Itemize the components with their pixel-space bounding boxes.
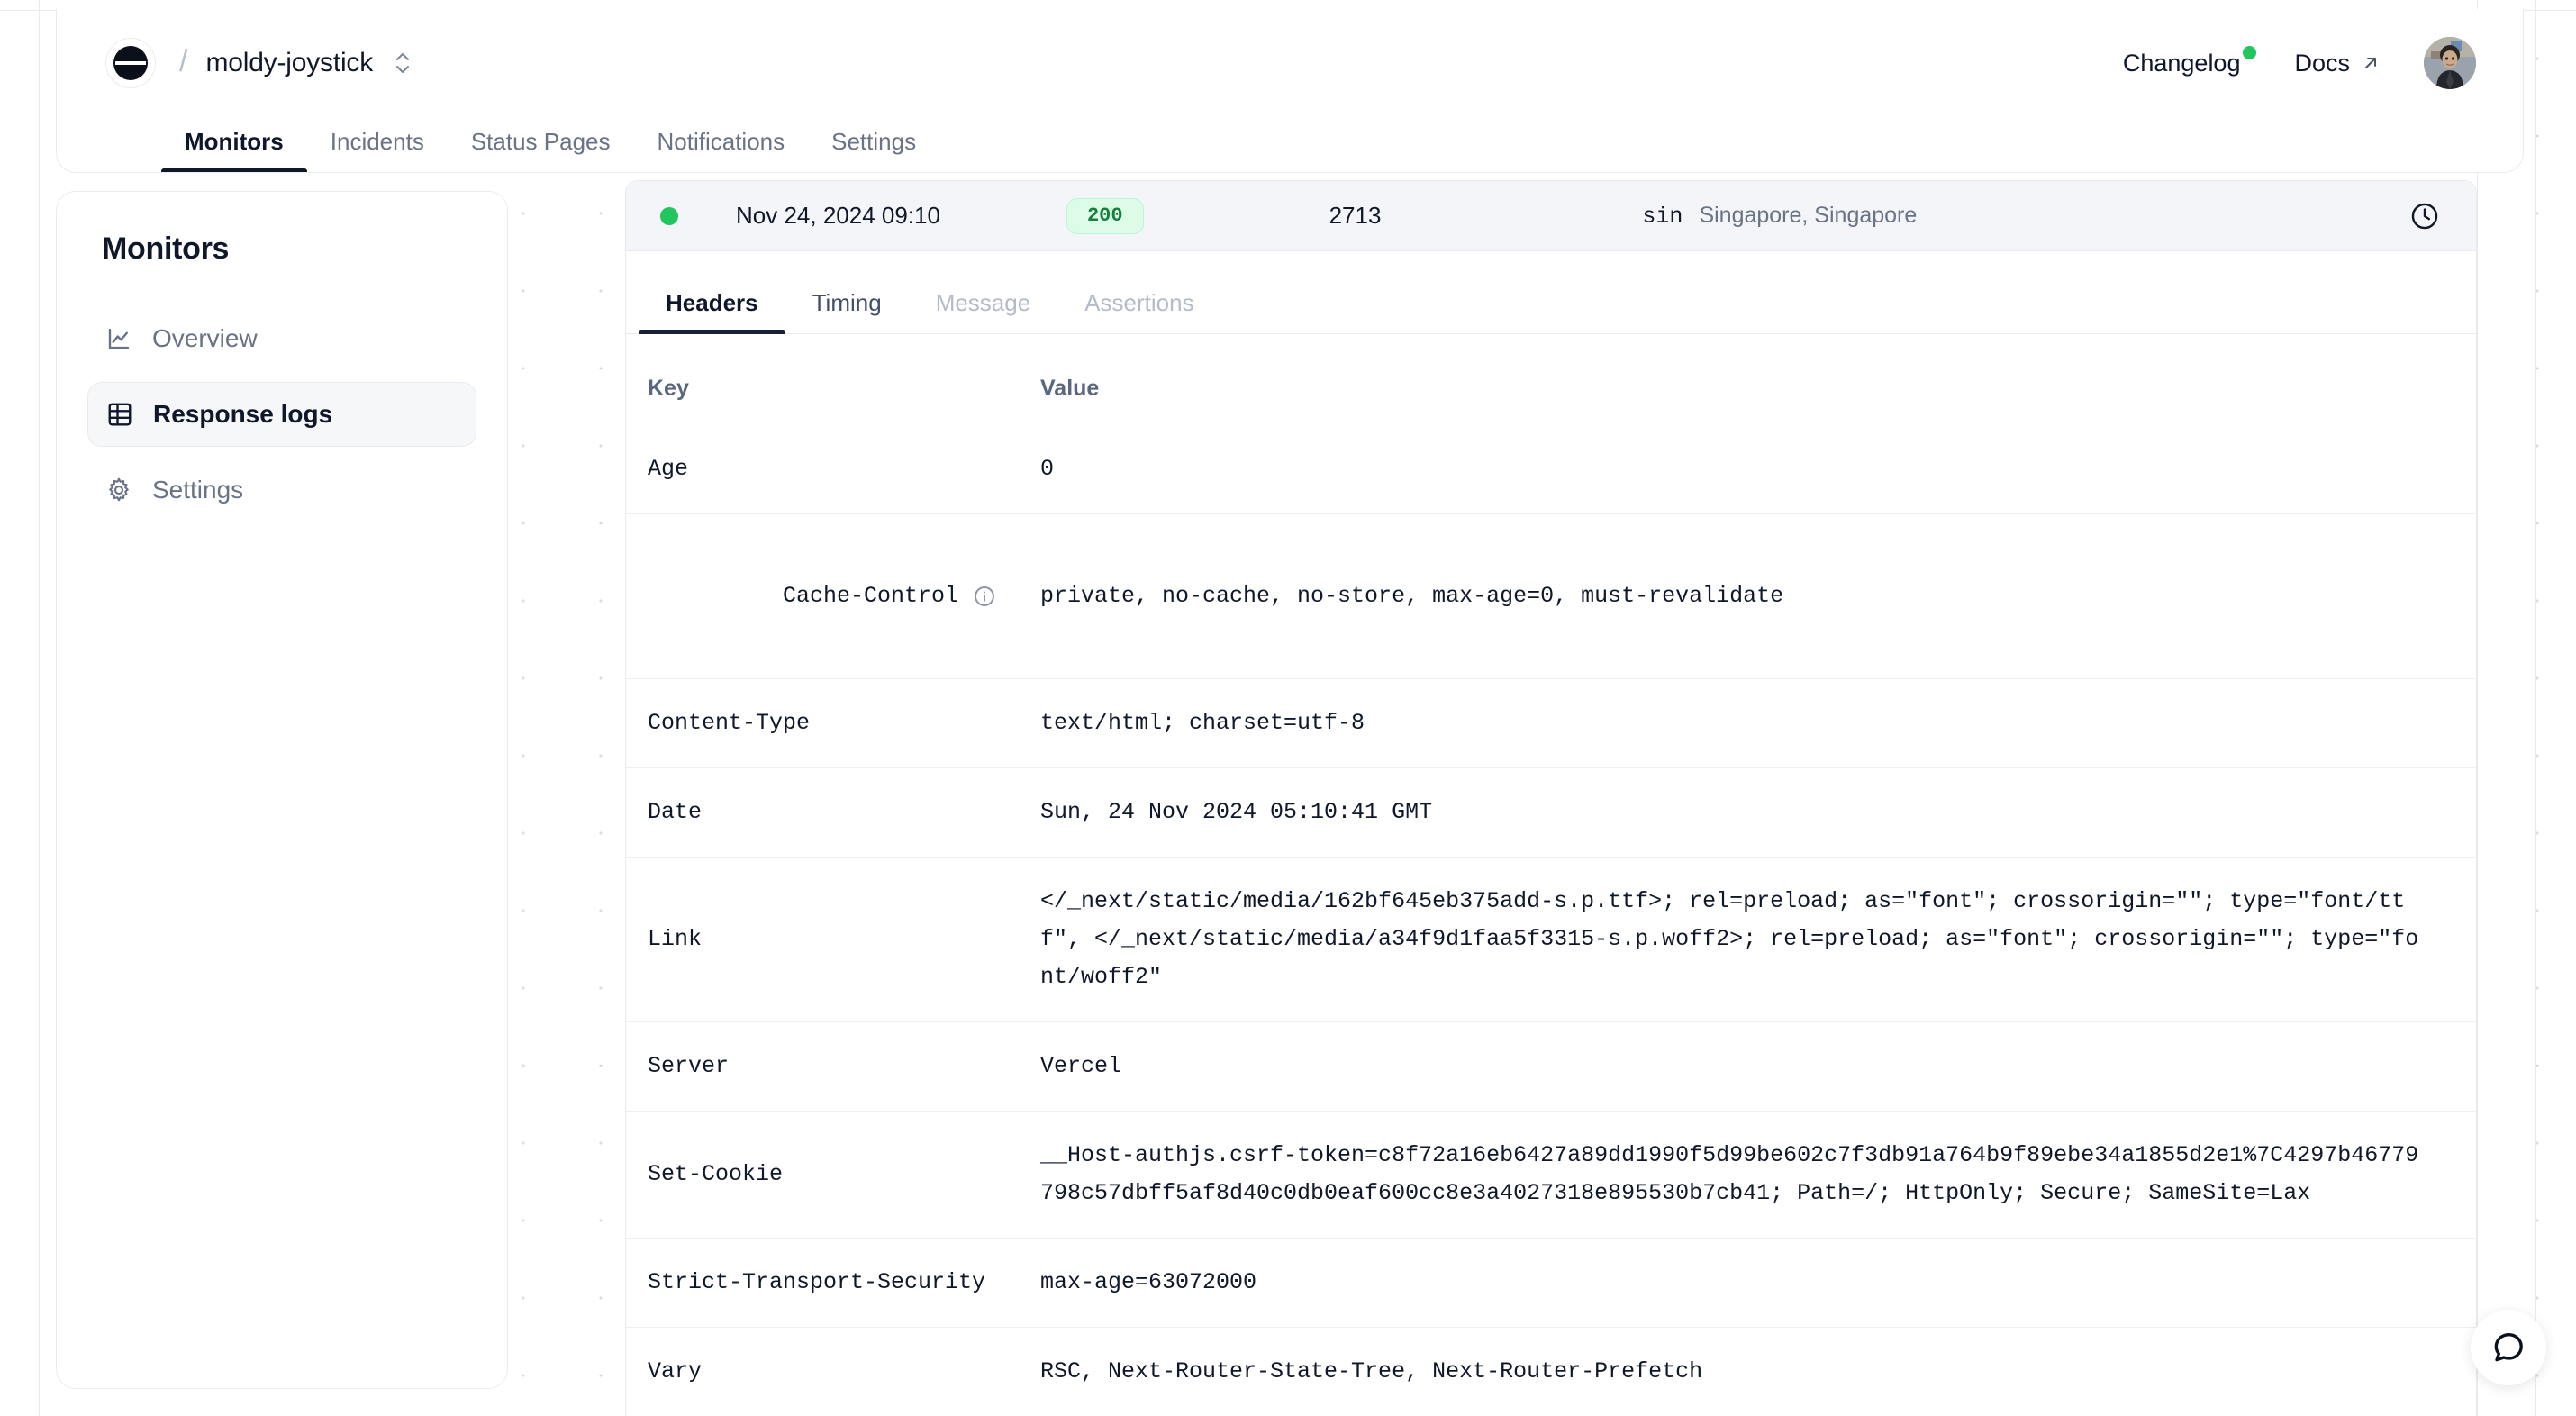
table-row: Strict-Transport-Security max-age=630720… xyxy=(626,1239,2476,1328)
changelog-link-wrapper: Changelog xyxy=(2123,50,2241,77)
header-value: __Host-authjs.csrf-token=c8f72a16eb6427a… xyxy=(1022,1112,2476,1239)
header-key: Age xyxy=(626,425,1022,514)
tab-headers[interactable]: Headers xyxy=(639,289,785,333)
tab-timing[interactable]: Timing xyxy=(785,289,909,333)
header-value: max-age=63072000 xyxy=(1022,1239,2476,1328)
chat-support-button[interactable] xyxy=(2471,1310,2546,1385)
tab-message: Message xyxy=(909,289,1058,333)
header-key: Cache-Control xyxy=(626,514,1022,679)
detail-tab-bar: Headers Timing Message Assertions xyxy=(626,251,2476,334)
tab-notifications[interactable]: Notifications xyxy=(634,128,809,172)
region-code: sin xyxy=(1642,204,1683,230)
table-row: Date Sun, 24 Nov 2024 05:10:41 GMT xyxy=(626,768,2476,858)
header-key: Set-Cookie xyxy=(626,1112,1022,1239)
canvas-rail-right xyxy=(2477,0,2478,1416)
chevron-up-down-icon[interactable] xyxy=(393,48,413,78)
column-header-value: Value xyxy=(1022,334,2476,425)
response-log-detail-panel: Nov 24, 2024 09:10 200 2713 sin Singapor… xyxy=(625,180,2477,1416)
project-name[interactable]: moldy-joystick xyxy=(205,48,373,78)
table-row: Age 0 xyxy=(626,425,2476,514)
sidebar-item-settings-label: Settings xyxy=(152,476,243,504)
status-badge: 200 xyxy=(1066,198,1144,234)
info-icon[interactable] xyxy=(973,585,996,608)
status-indicator-dot xyxy=(660,207,678,225)
header-value: </_next/static/media/162bf645eb375add-s.… xyxy=(1022,858,2476,1022)
table-row: Content-Type text/html; charset=utf-8 xyxy=(626,679,2476,768)
header-value: RSC, Next-Router-State-Tree, Next-Router… xyxy=(1022,1328,2476,1416)
log-timestamp: Nov 24, 2024 09:10 xyxy=(736,202,940,230)
header-value: private, no-cache, no-store, max-age=0, … xyxy=(1022,514,2476,679)
primary-tab-bar: Monitors Incidents Status Pages Notifica… xyxy=(57,116,2523,172)
log-latency: 2713 xyxy=(1329,202,1382,230)
clock-icon[interactable] xyxy=(2409,201,2440,231)
tab-status-pages[interactable]: Status Pages xyxy=(448,128,634,172)
docs-link-wrapper[interactable]: Docs xyxy=(2294,50,2381,77)
header-value: Vercel xyxy=(1022,1022,2476,1112)
table-row: Link </_next/static/media/162bf645eb375a… xyxy=(626,858,2476,1022)
chat-bubble-icon xyxy=(2490,1330,2526,1366)
changelog-link[interactable]: Changelog xyxy=(2123,50,2241,77)
line-chart-icon xyxy=(105,325,132,352)
canvas-rail-far-right xyxy=(2535,0,2536,1416)
sidebar-item-settings[interactable]: Settings xyxy=(87,458,476,522)
avatar[interactable] xyxy=(2424,37,2476,89)
header-value: text/html; charset=utf-8 xyxy=(1022,679,2476,768)
table-row: Vary RSC, Next-Router-State-Tree, Next-R… xyxy=(626,1328,2476,1416)
header-key: Content-Type xyxy=(626,679,1022,768)
sidebar-item-overview-label: Overview xyxy=(152,324,258,353)
tab-settings[interactable]: Settings xyxy=(808,128,939,172)
tab-assertions: Assertions xyxy=(1057,289,1220,333)
breadcrumb-separator: / xyxy=(179,44,187,79)
table-row: Set-Cookie __Host-authjs.csrf-token=c8f7… xyxy=(626,1112,2476,1239)
top-bar: / moldy-joystick Changelog Docs xyxy=(57,9,2523,117)
org-logo-glyph xyxy=(113,46,148,80)
table-row: Server Vercel xyxy=(626,1022,2476,1112)
header-key: Server xyxy=(626,1022,1022,1112)
breadcrumb: / moldy-joystick xyxy=(105,38,413,88)
header-key: Link xyxy=(626,858,1022,1022)
table-icon xyxy=(106,401,133,428)
sidebar-title: Monitors xyxy=(87,231,476,267)
tab-monitors[interactable]: Monitors xyxy=(161,128,307,172)
sidebar-item-response-logs[interactable]: Response logs xyxy=(87,382,476,447)
sidebar-item-response-logs-label: Response logs xyxy=(153,400,332,429)
org-logo-icon[interactable] xyxy=(105,38,156,88)
header-value: 0 xyxy=(1022,425,2476,514)
table-row: Cache-Control private, no-cache, no-stor… xyxy=(626,514,2476,679)
app-header-card: / moldy-joystick Changelog Docs xyxy=(56,9,2524,173)
top-bar-actions: Changelog Docs xyxy=(2123,37,2476,89)
table-header-row: Key Value xyxy=(626,334,2476,425)
gear-icon xyxy=(105,477,132,504)
log-region: sin Singapore, Singapore xyxy=(1642,203,1917,230)
region-name: Singapore, Singapore xyxy=(1699,203,1917,229)
canvas-rail-left xyxy=(39,0,40,1416)
tab-incidents[interactable]: Incidents xyxy=(307,128,448,172)
header-key: Strict-Transport-Security xyxy=(626,1239,1022,1328)
header-value: Sun, 24 Nov 2024 05:10:41 GMT xyxy=(1022,768,2476,858)
sidebar-item-overview[interactable]: Overview xyxy=(87,306,476,371)
key-with-info: Cache-Control xyxy=(783,577,996,615)
column-header-key: Key xyxy=(626,334,1022,425)
header-key: Vary xyxy=(626,1328,1022,1416)
header-key-text: Cache-Control xyxy=(783,577,958,615)
external-link-icon xyxy=(2361,53,2381,73)
header-key: Date xyxy=(626,768,1022,858)
response-log-summary-row[interactable]: Nov 24, 2024 09:10 200 2713 sin Singapor… xyxy=(626,181,2476,251)
docs-link[interactable]: Docs xyxy=(2294,50,2350,77)
sidebar: Monitors Overview Response logs Settings xyxy=(56,191,508,1389)
headers-table: Key Value Age 0 Cache-Control xyxy=(626,334,2476,1416)
changelog-unread-dot xyxy=(2243,46,2256,59)
